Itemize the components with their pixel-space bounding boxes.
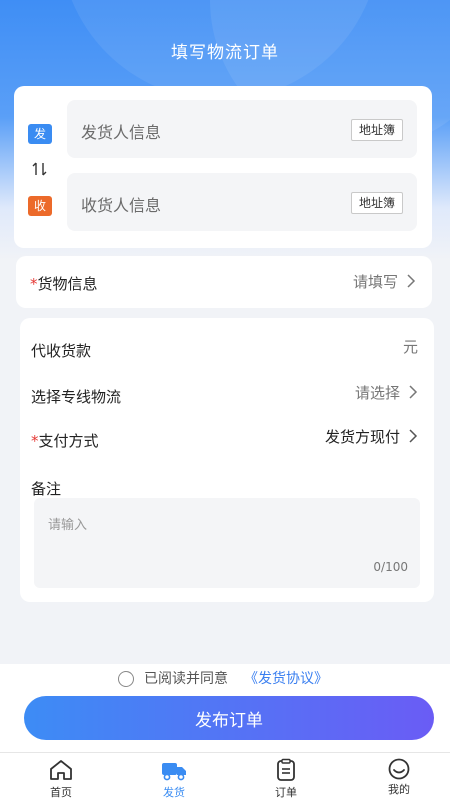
logistics-line-label: 选择专线物流 [31,388,122,406]
remark-char-count: 0/100 [373,560,408,574]
receiver-badge: 收 [28,196,52,216]
order-form-card: 代收货款 元 选择专线物流 请选择 *支付方式 发货方现付 备注 请输入 0/1… [20,318,434,602]
goods-info-label: *货物信息 [30,275,98,293]
logistics-line-selector[interactable]: 选择专线物流 请选择 [20,372,434,416]
sender-address-book-button[interactable]: 地址簿 [350,119,403,141]
sender-badge: 发 [28,124,52,144]
chevron-right-icon [409,385,418,399]
logistics-line-value: 请选择 [354,384,400,402]
tab-ship[interactable]: 发货 [144,753,204,800]
agreement-text: 已阅读并同意 [144,671,228,687]
agreement-link[interactable]: 《发货协议》 [244,668,328,688]
goods-info-row[interactable]: *货物信息 请填写 [16,256,432,308]
smile-icon [388,758,410,780]
tab-orders-label: 订单 [275,786,297,799]
tab-ship-label: 发货 [163,786,185,799]
tab-mine[interactable]: 我的 [369,753,429,800]
payment-method-label: *支付方式 [31,432,99,450]
payment-method-value: 发货方现付 [324,428,400,446]
page-title: 填写物流订单 [171,43,279,63]
tab-bar: 首页 发货 订单 我的 [0,752,450,800]
truck-icon [162,763,186,781]
remark-textarea[interactable]: 请输入 0/100 [34,498,420,588]
tab-mine-label: 我的 [388,783,410,796]
chevron-right-icon [409,429,418,443]
remark-label: 备注 [31,480,62,498]
tab-orders[interactable]: 订单 [256,753,316,800]
clipboard-icon [277,758,295,781]
agreement-checkbox[interactable] [118,671,134,687]
chevron-right-icon [407,274,416,288]
publish-order-button[interactable]: 发布订单 [24,696,434,740]
cod-amount-input[interactable] [20,326,434,370]
tab-home[interactable]: 首页 [31,753,91,800]
receiver-placeholder: 收货人信息 [81,196,162,215]
agreement-row: 已阅读并同意 《发货协议》 [0,666,450,690]
goods-info-value: 请填写 [352,273,398,291]
receiver-address-book-button[interactable]: 地址簿 [350,192,403,214]
remark-placeholder: 请输入 [48,518,88,533]
payment-method-selector[interactable]: *支付方式 发货方现付 [20,418,434,462]
tab-home-label: 首页 [50,786,72,799]
sender-placeholder: 发货人信息 [81,123,162,142]
receiver-info-field[interactable]: 收货人信息 地址簿 [67,173,417,231]
swap-icon[interactable] [31,160,49,178]
sender-info-field[interactable]: 发货人信息 地址簿 [67,100,417,158]
address-card: 发 收 发货人信息 地址簿 收货人信息 地址簿 [14,86,432,248]
home-icon [50,760,72,780]
